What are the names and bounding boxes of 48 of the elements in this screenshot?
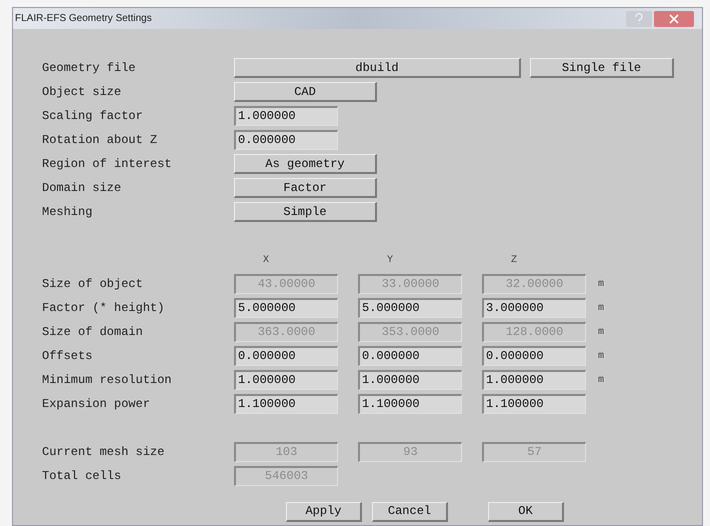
field-label: Domain size [42, 180, 122, 197]
option-button[interactable]: As geometry [234, 154, 377, 174]
unit-label: m [598, 302, 604, 316]
option-button[interactable]: Cancel [372, 502, 448, 522]
option-button[interactable]: CAD [234, 82, 377, 102]
input-field[interactable]: 5.000000 [358, 298, 462, 318]
option-button[interactable]: Single file [530, 58, 674, 78]
field-label: Geometry file [42, 60, 137, 77]
input-field[interactable]: 1.000000 [234, 106, 338, 126]
option-button[interactable]: Factor [234, 178, 377, 198]
input-field[interactable]: 0.000000 [234, 346, 338, 366]
field-label: Size of domain [42, 324, 144, 341]
field-label: Scaling factor [42, 108, 144, 125]
input-field[interactable]: 3.000000 [482, 298, 586, 318]
option-button[interactable]: OK [488, 502, 564, 522]
field-label: Minimum resolution [42, 372, 173, 389]
field-label: Total cells [42, 468, 122, 485]
unit-label: m [598, 278, 604, 292]
field-label: Object size [42, 84, 122, 101]
axis-header: X [263, 254, 270, 266]
field-label: Region of interest [42, 156, 173, 173]
input-field[interactable]: 0.000000 [234, 130, 338, 150]
input-field[interactable]: 0.000000 [482, 346, 586, 366]
close-icon[interactable] [654, 10, 694, 26]
field-label: Rotation about Z [42, 132, 158, 149]
axis-header: Z [511, 254, 518, 266]
field-label: Size of object [42, 276, 144, 293]
unit-label: m [598, 374, 604, 388]
input-field[interactable]: 0.000000 [358, 346, 462, 366]
input-field[interactable]: 1.100000 [482, 394, 586, 414]
field-label: Meshing [42, 204, 94, 221]
input-field[interactable]: 5.000000 [234, 298, 338, 318]
option-button[interactable]: dbuild [234, 58, 521, 78]
option-button[interactable]: Apply [286, 502, 362, 522]
input-field[interactable]: 1.000000 [234, 370, 338, 390]
field-label: Expansion power [42, 396, 152, 413]
input-field[interactable]: 1.100000 [358, 394, 462, 414]
window-title: FLAIR-EFS Geometry Settings [15, 12, 152, 26]
field-label: Factor (* height) [42, 300, 166, 317]
field-label: Current mesh size [42, 444, 166, 461]
unit-label: m [598, 326, 604, 340]
unit-label: m [598, 350, 604, 364]
input-field[interactable]: 1.000000 [482, 370, 586, 390]
input-field[interactable]: 1.100000 [234, 394, 338, 414]
option-button[interactable]: Simple [234, 202, 377, 222]
field-label: Offsets [42, 348, 94, 365]
input-field[interactable]: 1.000000 [358, 370, 462, 390]
axis-header: Y [387, 254, 394, 266]
